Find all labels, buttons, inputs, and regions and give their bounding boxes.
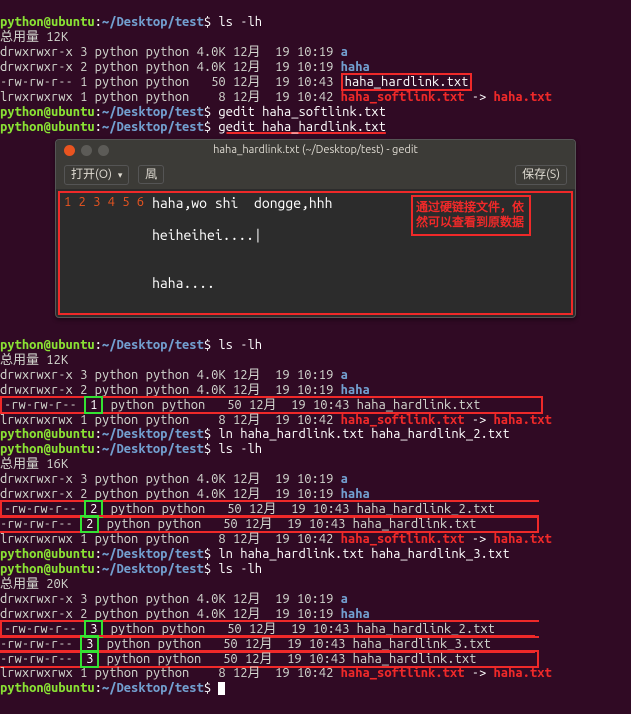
annotation-callout: 通过硬链接文件，依然可以查看到原数据 (411, 195, 531, 236)
gedit-editor[interactable]: 1 2 3 4 5 6 haha,wo shi dongge,hhh heihe… (58, 191, 573, 315)
command: gedit haha_hardlink.txt (218, 120, 385, 134)
linkcount-box: 2 (80, 515, 99, 533)
highlight-box: -rw-rw-r-- 3 python python 50 12月 19 10:… (0, 620, 539, 668)
editor-content[interactable]: haha,wo shi dongge,hhh heiheihei....| ha… (148, 193, 336, 313)
ls-row: drwxrwxr-x 3 python python 4.0K 12月 19 1… (0, 592, 348, 606)
total-line: 总用量 20K (0, 577, 68, 591)
linkcount-box: 3 (80, 650, 99, 668)
highlight-box: haha_hardlink.txt (341, 73, 473, 91)
chevron-down-icon (116, 168, 123, 182)
close-icon[interactable] (64, 145, 75, 156)
window-title: haha_hardlink.txt (~/Desktop/test) - ged… (213, 144, 418, 156)
dir-name: a (341, 45, 348, 59)
command: gedit haha_softlink.txt (218, 105, 385, 119)
terminal[interactable]: python@ubuntu:~/Desktop/test$ ls -lh 总用量… (0, 323, 631, 696)
ls-row: lrwxrwxrwx 1 python python 8 12月 19 10:4… (0, 413, 552, 427)
linkcount-box: 1 (84, 396, 103, 414)
cursor-block (218, 682, 225, 695)
ls-row: drwxrwxr-x 2 python python 4.0K 12月 19 1… (0, 607, 370, 621)
prompt: python@ubuntu:~/Desktop/test$ (0, 427, 211, 441)
prompt: python@ubuntu:~/Desktop/test$ (0, 15, 211, 29)
ls-row: lrwxrwxrwx 1 python python 8 12月 19 10:4… (0, 532, 552, 546)
gedit-window: haha_hardlink.txt (~/Desktop/test) - ged… (55, 139, 576, 317)
command: ls -lh (218, 338, 262, 352)
prompt: python@ubuntu:~/Desktop/test$ (0, 442, 211, 456)
ls-row: drwxrwxr-x 3 python python 4.0K 12月 19 1… (0, 45, 348, 59)
command: ln haha_hardlink.txt haha_hardlink_2.txt (218, 427, 509, 441)
command: ls -lh (218, 15, 262, 29)
open-button[interactable]: 打开(O) (64, 165, 129, 185)
ls-row: drwxrwxr-x 3 python python 4.0K 12月 19 1… (0, 368, 348, 382)
ls-row: drwxrwxr-x 3 python python 4.0K 12月 19 1… (0, 472, 348, 486)
dir-name: haha (341, 60, 370, 74)
line-gutter: 1 2 3 4 5 6 (60, 193, 148, 313)
ls-row: -rw-rw-r-- 1 python python 50 12月 19 10:… (0, 73, 472, 91)
prompt: python@ubuntu:~/Desktop/test$ (0, 562, 211, 576)
ls-row: drwxrwxr-x 2 python python 4.0K 12月 19 1… (0, 487, 370, 501)
command: ls -lh (218, 562, 262, 576)
minimize-icon[interactable] (81, 145, 92, 156)
total-line: 总用量 12K (0, 353, 68, 367)
prompt: python@ubuntu:~/Desktop/test$ (0, 120, 211, 134)
total-line: 总用量 16K (0, 457, 68, 471)
highlight-box: -rw-rw-r-- 2 python python 50 12月 19 10:… (0, 500, 539, 533)
broken-link: haha_softlink.txt (341, 90, 465, 104)
prompt: python@ubuntu:~/Desktop/test$ (0, 547, 211, 561)
terminal[interactable]: python@ubuntu:~/Desktop/test$ ls -lh 总用量… (0, 0, 631, 134)
highlight-box: -rw-rw-r-- 1 python python 50 12月 19 10:… (0, 396, 543, 414)
gedit-titlebar: haha_hardlink.txt (~/Desktop/test) - ged… (56, 140, 575, 161)
prompt: python@ubuntu:~/Desktop/test$ (0, 338, 211, 352)
ls-row: lrwxrwxrwx 1 python python 8 12月 19 10:4… (0, 90, 552, 104)
save-button[interactable]: 保存(S) (515, 165, 567, 185)
maximize-icon[interactable] (98, 145, 109, 156)
new-doc-button[interactable]: 凮 (138, 165, 164, 184)
command: ls -lh (218, 442, 262, 456)
ls-row: drwxrwxr-x 2 python python 4.0K 12月 19 1… (0, 60, 370, 74)
prompt: python@ubuntu:~/Desktop/test$ (0, 681, 211, 695)
ls-row: lrwxrwxrwx 1 python python 8 12月 19 10:4… (0, 666, 552, 680)
ls-row: drwxrwxr-x 2 python python 4.0K 12月 19 1… (0, 383, 370, 397)
total-line: 总用量 12K (0, 30, 68, 44)
command: ln haha_hardlink.txt haha_hardlink_3.txt (218, 547, 509, 561)
gedit-toolbar: 打开(O) 凮 保存(S) (56, 161, 575, 189)
prompt: python@ubuntu:~/Desktop/test$ (0, 105, 211, 119)
